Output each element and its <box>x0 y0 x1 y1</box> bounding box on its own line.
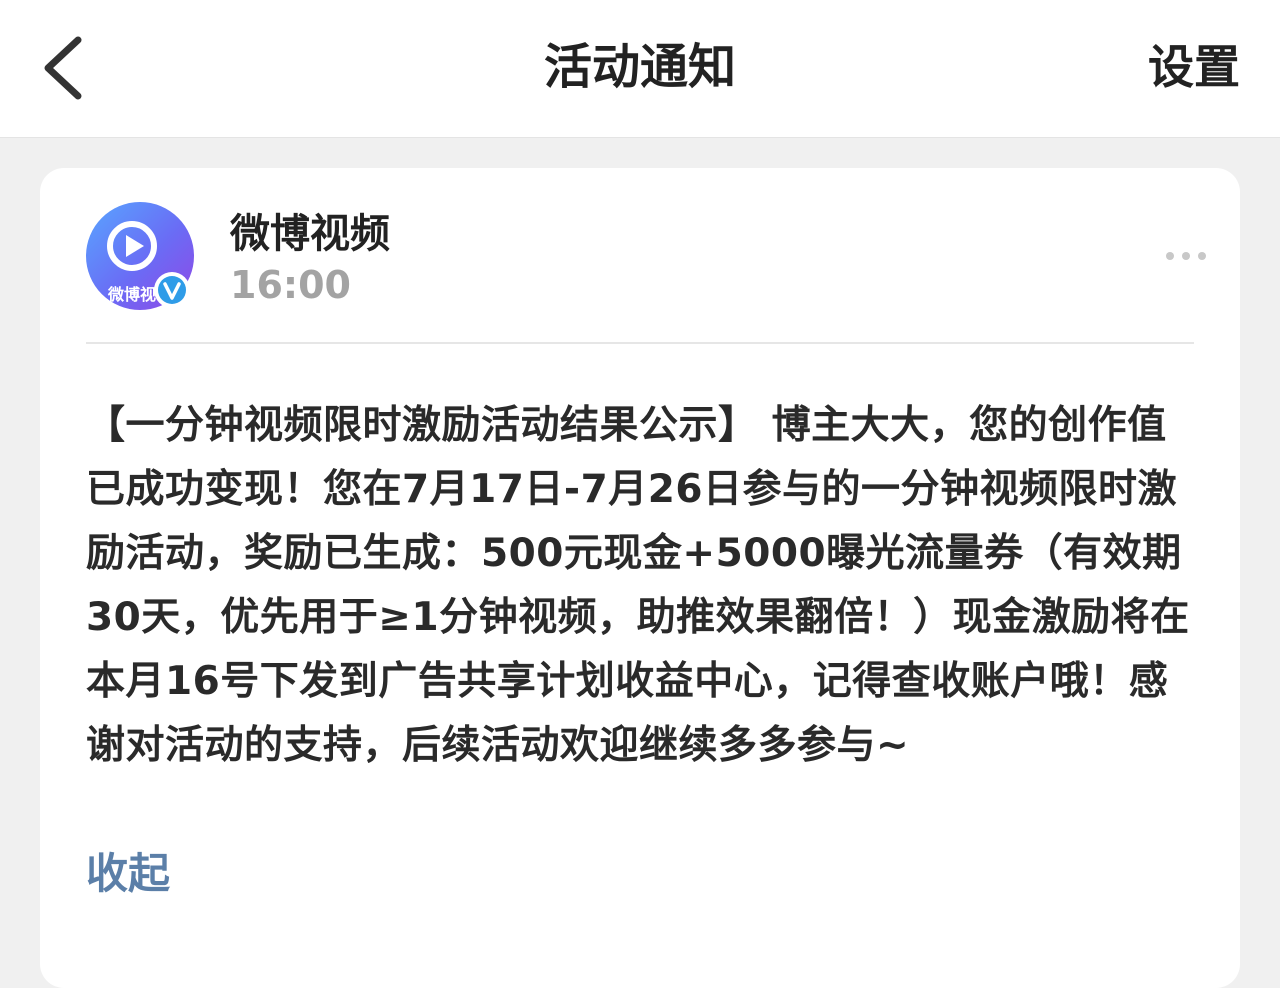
avatar-text: 微博视 <box>107 285 156 304</box>
message-body: 【一分钟视频限时激励活动结果公示】 博主大大，您的创作值已成功变现！您在7月17… <box>86 403 1190 768</box>
verified-v-icon <box>154 272 190 308</box>
avatar[interactable]: 微博视 <box>86 202 194 310</box>
page-title: 活动通知 <box>543 39 736 95</box>
divider <box>86 342 1194 344</box>
send-time: 16:00 <box>230 263 351 307</box>
notification-card: 微博视 微博视频 16:00 【一分钟视频限时激励活动结果公示】 博主大大，您的… <box>40 168 1240 988</box>
sender-name[interactable]: 微博视频 <box>230 208 390 260</box>
settings-button[interactable]: 设置 <box>1148 36 1240 98</box>
more-button[interactable] <box>1162 240 1210 270</box>
nav-bar: 活动通知 设置 <box>0 0 1280 138</box>
collapse-link[interactable]: 收起 <box>86 844 170 904</box>
